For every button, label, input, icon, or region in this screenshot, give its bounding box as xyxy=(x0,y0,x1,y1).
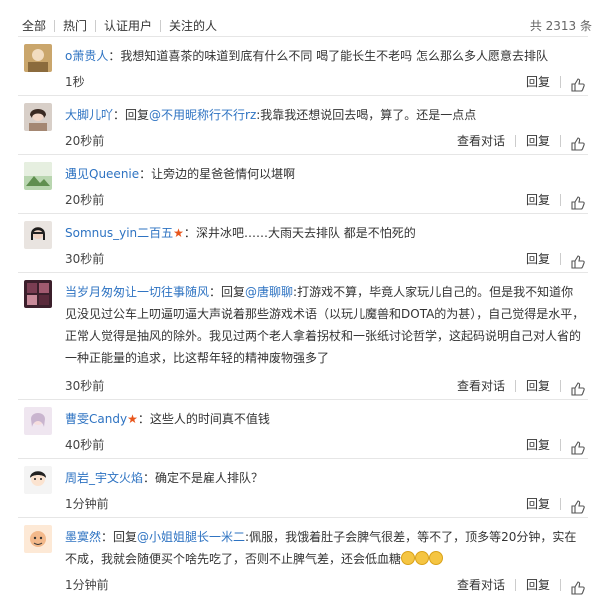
comment-item: o萧贵人：我想知道喜茶的味道到底有什么不同 喝了能长生不老吗 怎么那么多人愿意去… xyxy=(18,36,588,95)
like-icon[interactable] xyxy=(571,497,585,514)
reply-button[interactable]: 回复 xyxy=(526,69,550,95)
avatar[interactable] xyxy=(24,407,52,435)
reply-button[interactable]: 回复 xyxy=(526,432,550,458)
comment-separator: ： xyxy=(183,226,196,240)
comment-item: 当岁月匆匆让一切往事随风：回复@唐聊聊:打游戏不算，毕竟人家玩儿自己的。但是我不… xyxy=(18,272,588,399)
action-divider xyxy=(560,135,561,147)
action-divider xyxy=(514,579,516,591)
comment-text: 确定不是雇人排队？ xyxy=(155,471,264,485)
view-conversation-button[interactable]: 查看对话 xyxy=(457,572,505,598)
comment-item: 遇见Queenie：让旁边的星爸爸情何以堪啊 20秒前 回复 xyxy=(18,154,588,213)
comment-username[interactable]: 周岩_宇文火焰 xyxy=(65,471,143,485)
reply-button[interactable]: 回复 xyxy=(526,373,550,399)
reply-button[interactable]: 回复 xyxy=(526,491,550,517)
like-icon[interactable] xyxy=(571,252,585,269)
like-icon[interactable] xyxy=(571,75,585,92)
comment-item: 大脚儿吖：回复@不用昵称行不行rz:我靠我还想说回去喝，算了。还是一点点 20秒… xyxy=(18,95,588,154)
avatar[interactable] xyxy=(24,525,52,553)
comment-separator: ：回复 xyxy=(113,108,150,122)
action-divider xyxy=(514,380,516,392)
comment-text: 我想知道喜茶的味道到底有什么不同 喝了能长生不老吗 怎么那么多人愿意去排队 xyxy=(120,49,548,63)
comment-time: 1分钟前 xyxy=(65,578,109,592)
comment-time: 40秒前 xyxy=(65,438,105,452)
cry-laugh-emoji-icon xyxy=(401,551,416,565)
comment-username[interactable]: Somnus_yin二百五 xyxy=(65,226,173,240)
reply-button[interactable]: 回复 xyxy=(526,572,550,598)
avatar[interactable] xyxy=(24,44,52,72)
comment-separator: ： xyxy=(143,471,156,485)
comment-time: 30秒前 xyxy=(65,252,105,266)
comment-text: :我靠我还想说回去喝，算了。还是一点点 xyxy=(256,108,477,122)
action-divider xyxy=(560,498,561,510)
action-divider xyxy=(560,439,561,451)
tab-verified[interactable]: 认证用户 xyxy=(96,17,160,35)
like-icon[interactable] xyxy=(571,193,585,210)
action-divider xyxy=(514,135,516,147)
tab-following[interactable]: 关注的人 xyxy=(161,17,225,35)
tab-all[interactable]: 全部 xyxy=(22,17,54,35)
avatar[interactable] xyxy=(24,103,52,131)
comment-item: Somnus_yin二百五★：深井冰吧……大雨天去排队 都是不怕死的 30秒前 … xyxy=(18,213,588,272)
reply-mention[interactable]: @不用昵称行不行rz xyxy=(149,108,256,122)
action-divider xyxy=(560,253,561,265)
comment-username[interactable]: o萧贵人 xyxy=(65,49,108,63)
reply-mention[interactable]: @小姐姐腿长一米二 xyxy=(137,530,245,544)
comment-time: 30秒前 xyxy=(65,379,105,393)
reply-button[interactable]: 回复 xyxy=(526,187,550,213)
comment-separator: ： xyxy=(139,167,152,181)
comment-item: 曹雯Candy★：这些人的时间真不值钱 40秒前 回复 xyxy=(18,399,588,458)
tab-hot[interactable]: 热门 xyxy=(55,17,95,35)
comment-username[interactable]: 遇见Queenie xyxy=(65,167,139,181)
comment-item: 墨寞然：回复@小姐姐腿长一米二:佩服，我饿着肚子会脾气很差，等不了，顶多等20分… xyxy=(18,517,588,598)
comment-separator: ：回复 xyxy=(209,285,246,299)
comment-time: 1分钟前 xyxy=(65,497,109,511)
comment-separator: ： xyxy=(108,49,121,63)
cry-laugh-emoji-icon xyxy=(415,551,430,565)
comment-time: 1秒 xyxy=(65,75,85,89)
action-divider xyxy=(560,380,561,392)
comment-username[interactable]: 曹雯Candy xyxy=(65,412,127,426)
like-icon[interactable] xyxy=(571,379,585,396)
comment-time: 20秒前 xyxy=(65,193,105,207)
comment-text: 深井冰吧……大雨天去排队 都是不怕死的 xyxy=(195,226,416,240)
like-icon[interactable] xyxy=(571,578,585,595)
comment-username[interactable]: 墨寞然 xyxy=(65,530,101,544)
comment-text: 让旁边的星爸爸情何以堪啊 xyxy=(151,167,296,181)
avatar[interactable] xyxy=(24,466,52,494)
vip-star-icon: ★ xyxy=(127,412,138,426)
comment-separator: ： xyxy=(137,412,150,426)
avatar[interactable] xyxy=(24,162,52,190)
comment-separator: ：回复 xyxy=(101,530,138,544)
view-conversation-button[interactable]: 查看对话 xyxy=(457,373,505,399)
filter-tabs: 全部 热门 认证用户 关注的人 xyxy=(22,17,225,35)
comment-time: 20秒前 xyxy=(65,134,105,148)
comment-count: 共 2313 条 xyxy=(529,19,592,33)
avatar[interactable] xyxy=(24,221,52,249)
cry-laugh-emoji-icon xyxy=(429,551,444,565)
like-icon[interactable] xyxy=(571,438,585,455)
vip-star-icon: ★ xyxy=(173,226,184,240)
view-conversation-button[interactable]: 查看对话 xyxy=(457,128,505,154)
action-divider xyxy=(560,76,561,88)
comment-text: 这些人的时间真不值钱 xyxy=(149,412,270,426)
reply-button[interactable]: 回复 xyxy=(526,128,550,154)
reply-button[interactable]: 回复 xyxy=(526,246,550,272)
comment-username[interactable]: 当岁月匆匆让一切往事随风 xyxy=(65,285,209,299)
reply-mention[interactable]: @唐聊聊 xyxy=(245,285,293,299)
action-divider xyxy=(560,579,561,591)
comment-list: o萧贵人：我想知道喜茶的味道到底有什么不同 喝了能长生不老吗 怎么那么多人愿意去… xyxy=(18,36,588,598)
comment-item: 周岩_宇文火焰：确定不是雇人排队？ 1分钟前 回复 xyxy=(18,458,588,517)
like-icon[interactable] xyxy=(571,134,585,151)
comment-username[interactable]: 大脚儿吖 xyxy=(65,108,113,122)
avatar[interactable] xyxy=(24,280,52,308)
action-divider xyxy=(560,194,561,206)
